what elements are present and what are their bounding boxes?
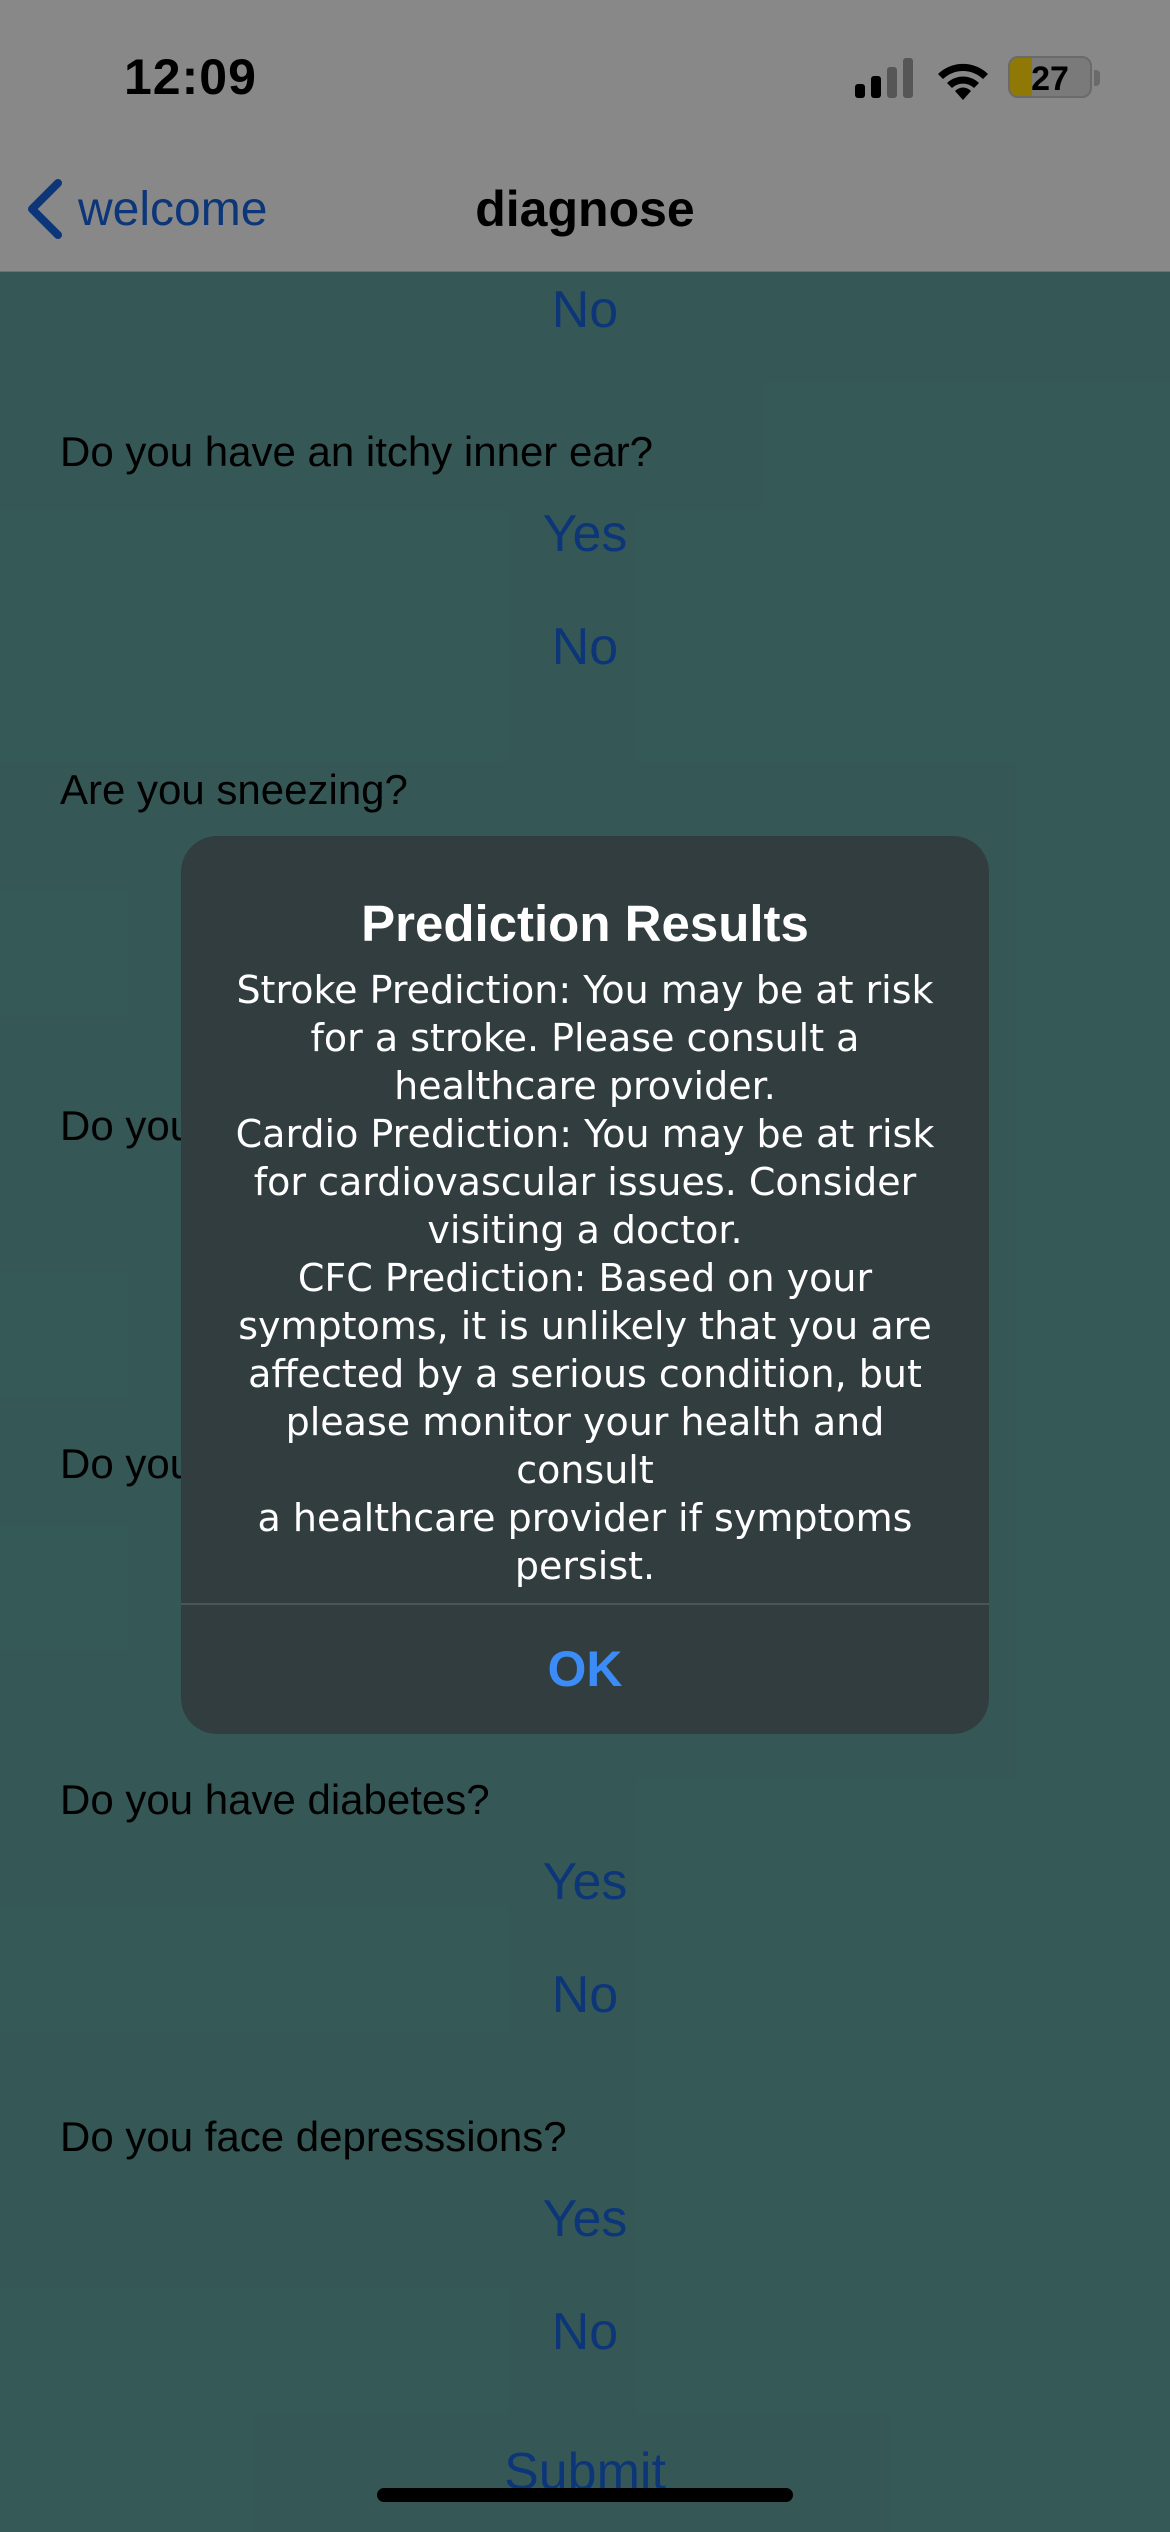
alert-message: Stroke Prediction: You may be at risk fo… [235, 968, 935, 1588]
prediction-results-alert: Prediction Results Stroke Prediction: Yo… [181, 836, 989, 1734]
ok-button[interactable]: OK [181, 1605, 989, 1734]
home-indicator[interactable] [377, 2488, 793, 2502]
alert-title: Prediction Results [361, 895, 809, 952]
